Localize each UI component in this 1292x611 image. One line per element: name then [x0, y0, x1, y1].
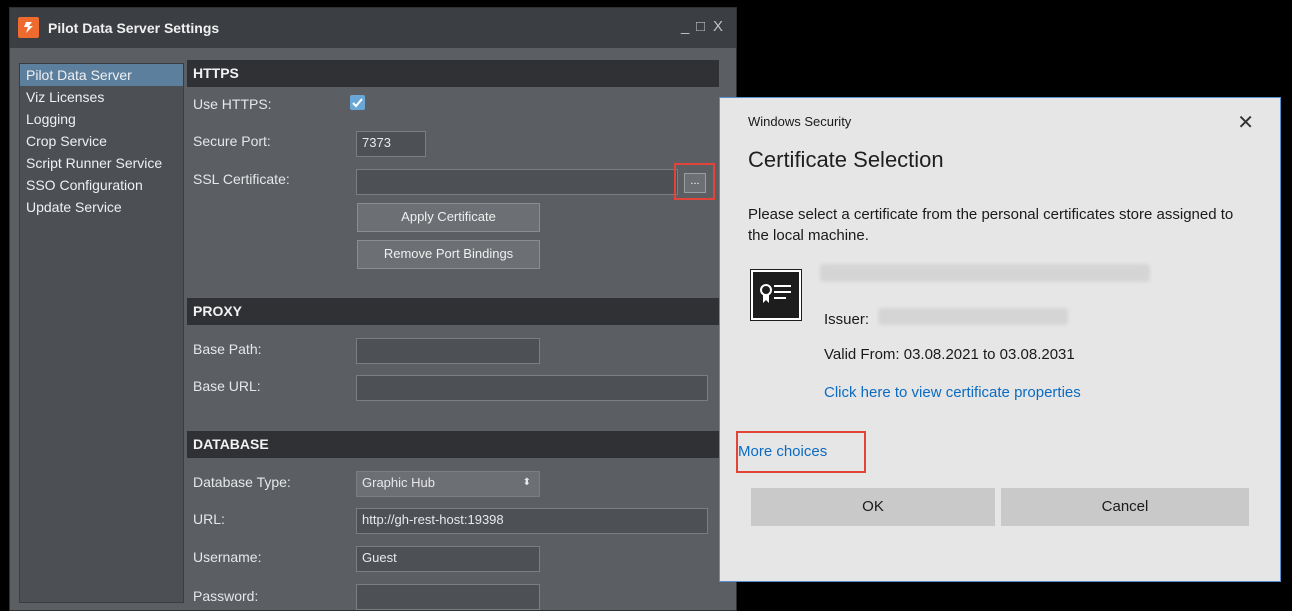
sidebar: Pilot Data Server Viz Licenses Logging C…	[19, 63, 184, 603]
sidebar-item-sso-configuration[interactable]: SSO Configuration	[20, 174, 183, 196]
app-logo-icon	[18, 17, 39, 38]
browse-certificate-button[interactable]: ...	[684, 173, 706, 193]
use-https-label: Use HTTPS:	[193, 96, 272, 112]
valid-from-text: Valid From: 03.08.2021 to 03.08.2031	[824, 346, 1075, 363]
title-bar[interactable]: Pilot Data Server Settings _ □ X	[10, 8, 736, 48]
dialog-window-title: Windows Security	[748, 114, 852, 129]
sidebar-item-viz-licenses[interactable]: Viz Licenses	[20, 86, 183, 108]
database-type-label: Database Type:	[193, 474, 291, 490]
dialog-description: Please select a certificate from the per…	[748, 206, 1234, 244]
base-url-input[interactable]	[356, 375, 708, 401]
url-label: URL:	[193, 511, 225, 527]
sidebar-item-logging[interactable]: Logging	[20, 108, 183, 130]
username-label: Username:	[193, 549, 262, 565]
minimize-button[interactable]: _	[681, 18, 689, 35]
database-type-value: Graphic Hub	[362, 475, 435, 490]
certificate-name-redacted	[820, 264, 1150, 282]
sidebar-item-pilot-data-server[interactable]: Pilot Data Server	[20, 64, 183, 86]
username-input[interactable]: Guest	[356, 546, 540, 572]
sidebar-item-update-service[interactable]: Update Service	[20, 196, 183, 218]
ok-button[interactable]: OK	[751, 488, 995, 526]
issuer-value-redacted	[878, 308, 1068, 325]
apply-certificate-button[interactable]: Apply Certificate	[357, 203, 540, 232]
password-label: Password:	[193, 588, 259, 604]
use-https-checkbox[interactable]	[350, 95, 365, 110]
database-type-select[interactable]: Graphic Hub ⬍	[356, 471, 540, 497]
url-input[interactable]: http://gh-rest-host:19398	[356, 508, 708, 534]
close-button[interactable]: X	[713, 18, 723, 35]
database-section-header: DATABASE	[187, 431, 719, 458]
base-path-label: Base Path:	[193, 341, 262, 357]
ssl-certificate-label: SSL Certificate:	[193, 171, 290, 187]
base-path-input[interactable]	[356, 338, 540, 364]
dialog-heading: Certificate Selection	[748, 147, 944, 172]
base-url-label: Base URL:	[193, 378, 261, 394]
dialog-close-icon[interactable]: ✕	[1237, 110, 1254, 135]
maximize-button[interactable]: □	[696, 18, 705, 35]
cancel-button[interactable]: Cancel	[1001, 488, 1249, 526]
sidebar-item-script-runner-service[interactable]: Script Runner Service	[20, 152, 183, 174]
secure-port-input[interactable]: 7373	[356, 131, 426, 157]
view-certificate-properties-link[interactable]: Click here to view certificate propertie…	[824, 384, 1081, 401]
checkmark-icon	[352, 98, 363, 108]
sidebar-item-crop-service[interactable]: Crop Service	[20, 130, 183, 152]
https-section-header: HTTPS	[187, 60, 719, 87]
proxy-section-header: PROXY	[187, 298, 719, 325]
password-input[interactable]	[356, 584, 540, 610]
more-choices-link[interactable]: More choices	[738, 443, 827, 460]
ssl-certificate-input[interactable]	[356, 169, 678, 195]
certificate-icon	[751, 270, 801, 320]
issuer-label: Issuer:	[824, 311, 870, 328]
window-title: Pilot Data Server Settings	[48, 20, 220, 36]
remove-port-bindings-button[interactable]: Remove Port Bindings	[357, 240, 540, 269]
updown-arrow-icon: ⬍	[522, 477, 531, 488]
certificate-selection-dialog: Windows Security ✕ Certificate Selection…	[719, 97, 1281, 582]
secure-port-label: Secure Port:	[193, 133, 271, 149]
